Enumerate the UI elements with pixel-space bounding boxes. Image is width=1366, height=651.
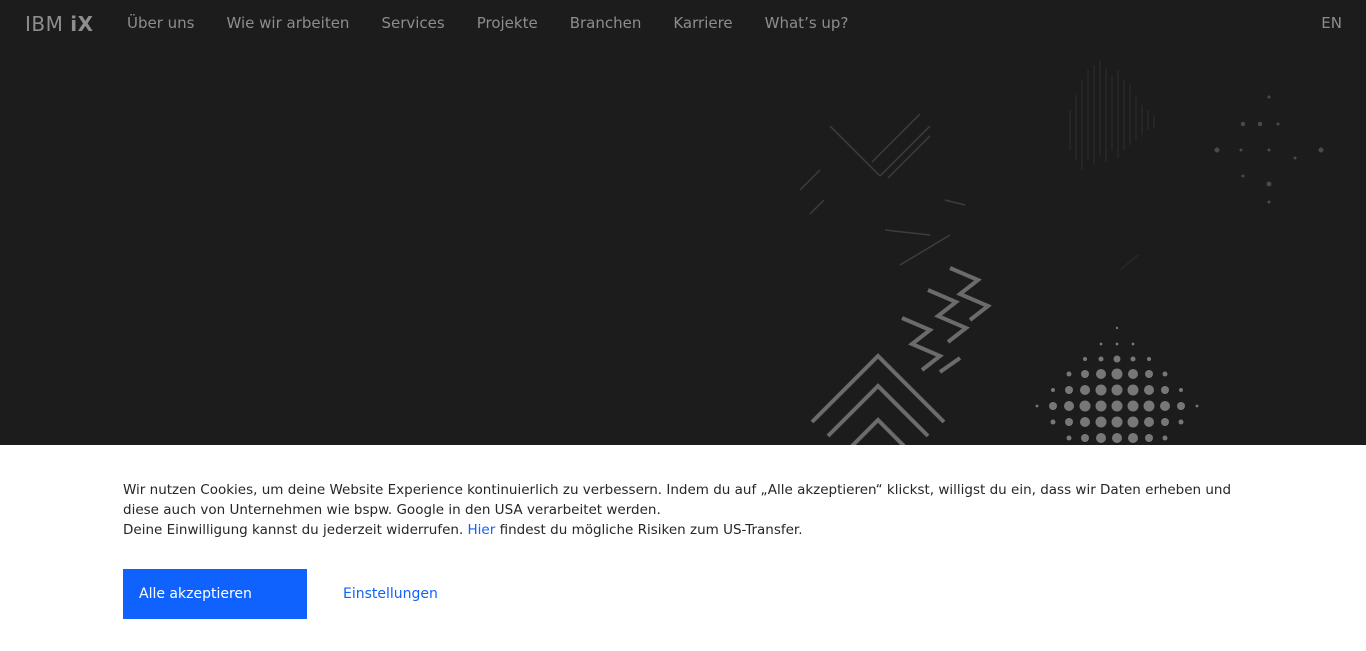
nav-item-projekte[interactable]: Projekte: [477, 14, 538, 32]
cookie-settings-link[interactable]: Einstellungen: [343, 586, 438, 602]
zigzag-pattern: [901, 266, 992, 374]
cookie-text-line2-before: Deine Einwilligung kannst du jederzeit w…: [123, 522, 464, 538]
top-navigation: IBM iX Über uns Wie wir arbeiten Service…: [0, 0, 1366, 48]
nav-item-whats-up[interactable]: What’s up?: [765, 14, 849, 32]
us-transfer-risks-link[interactable]: Hier: [468, 522, 496, 538]
page: IBM iX Über uns Wie wir arbeiten Service…: [0, 0, 1366, 651]
wave-lines-pattern: [1069, 60, 1155, 271]
hero-pattern-graphic: [799, 60, 1324, 445]
nav-item-branchen[interactable]: Branchen: [570, 14, 642, 32]
cookie-text-line1: Wir nutzen Cookies, um deine Website Exp…: [123, 482, 1232, 518]
halftone-dots-pattern: [1035, 326, 1199, 443]
accept-all-button[interactable]: Alle akzeptieren: [123, 569, 307, 619]
main-nav: Über uns Wie wir arbeiten Services Proje…: [111, 14, 864, 32]
logo-suffix: iX: [70, 12, 94, 36]
chevron-x-pattern: [799, 113, 966, 266]
nav-item-karriere[interactable]: Karriere: [673, 14, 732, 32]
cookie-text-line2-after: findest du mögliche Risiken zum US-Trans…: [499, 522, 803, 538]
cookie-banner: Wir nutzen Cookies, um deine Website Exp…: [0, 445, 1366, 651]
logo-prefix: IBM: [25, 12, 64, 36]
nav-item-ueber-uns[interactable]: Über uns: [127, 14, 195, 32]
cookie-message: Wir nutzen Cookies, um deine Website Exp…: [123, 480, 1263, 540]
nav-item-wie-wir-arbeiten[interactable]: Wie wir arbeiten: [227, 14, 350, 32]
diamond-dots-pattern: [1214, 95, 1324, 204]
nav-item-services[interactable]: Services: [381, 14, 444, 32]
ibm-ix-logo[interactable]: IBM iX: [25, 12, 94, 36]
language-switch[interactable]: EN: [1321, 14, 1342, 32]
